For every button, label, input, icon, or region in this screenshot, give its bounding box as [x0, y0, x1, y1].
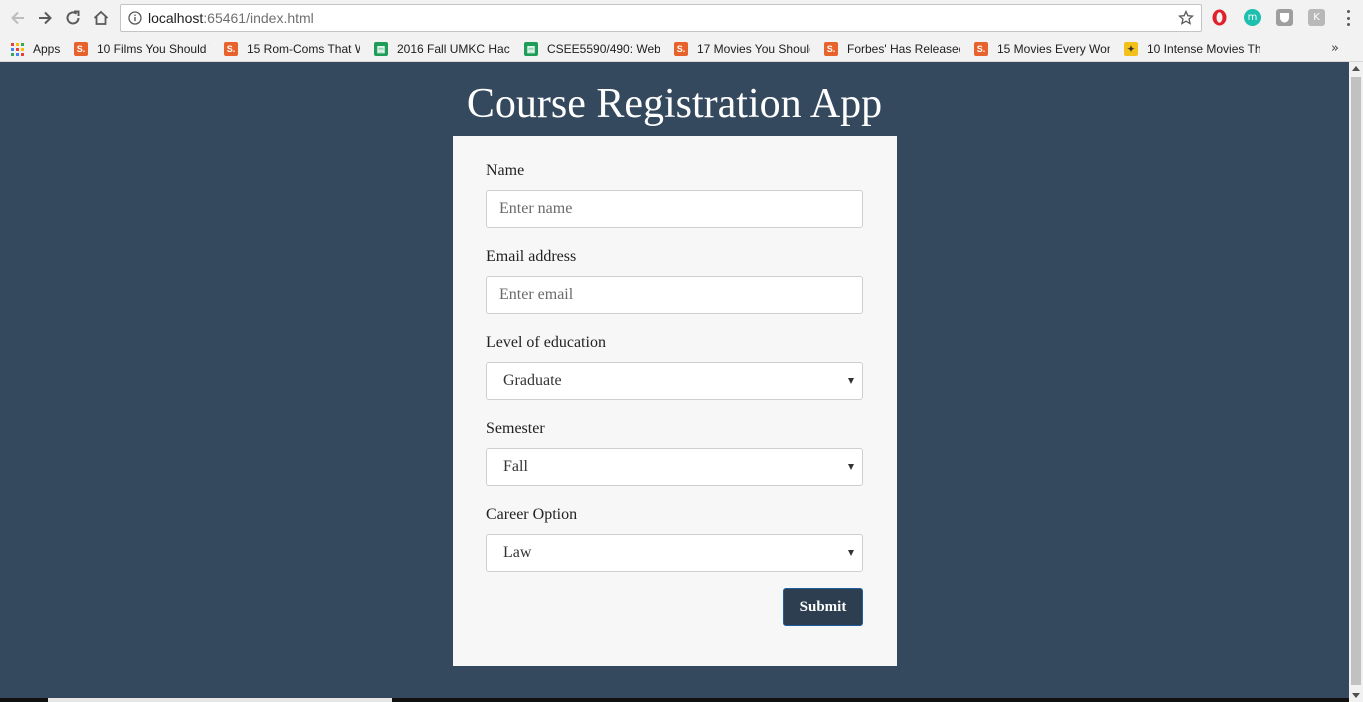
s-favicon-icon: S.: [224, 42, 238, 56]
bookmark-item[interactable]: S. 15 Rom-Coms That W: [224, 40, 360, 58]
forward-arrow-icon: [39, 11, 52, 25]
career-selected-value: Law: [503, 544, 532, 561]
bookmark-item[interactable]: ▤ 2016 Fall UMKC Hack: [374, 40, 510, 58]
bookmark-label: 15 Rom-Coms That W: [247, 42, 360, 56]
back-arrow-icon: [11, 11, 24, 25]
bookmark-label: 15 Movies Every Won: [997, 42, 1110, 56]
page-viewport: Course Registration App Name Email addre…: [0, 62, 1349, 702]
sheets-icon: ▤: [374, 42, 388, 56]
bookmark-label: 10 Intense Movies Th: [1147, 42, 1260, 56]
education-select[interactable]: Graduate: [486, 362, 863, 400]
bookmark-label: CSEE5590/490: Web/: [547, 42, 660, 56]
browser-toolbar: localhost:65461/index.html m K: [0, 0, 1363, 36]
dropdown-caret-icon: [848, 378, 854, 384]
chrome-menu-icon[interactable]: [1341, 8, 1355, 28]
bookmarks-overflow-chevron-icon[interactable]: »: [1331, 41, 1339, 56]
bookmark-item[interactable]: ✦ 10 Intense Movies Th: [1124, 40, 1260, 58]
email-input[interactable]: [486, 276, 863, 314]
education-label: Level of education: [486, 334, 606, 351]
career-select[interactable]: Law: [486, 534, 863, 572]
semester-label: Semester: [486, 420, 545, 437]
s-favicon-icon: S.: [824, 42, 838, 56]
s-favicon-icon: S.: [74, 42, 88, 56]
registration-form: Name Email address Level of education Gr…: [453, 136, 897, 666]
taskbar-edge: [0, 698, 1349, 702]
bookmark-label: 10 Films You Should W: [97, 42, 210, 56]
bookmark-apps[interactable]: Apps: [11, 40, 60, 58]
bookmark-item[interactable]: S. 17 Movies You Should: [674, 40, 810, 58]
apps-grid-icon: [11, 42, 24, 56]
address-bar[interactable]: localhost:65461/index.html: [120, 4, 1202, 32]
bookmark-label: 17 Movies You Should: [697, 42, 810, 56]
education-selected-value: Graduate: [503, 372, 562, 389]
bookmark-item[interactable]: ▤ CSEE5590/490: Web/: [524, 40, 660, 58]
info-icon[interactable]: [128, 11, 142, 25]
k-extension-icon[interactable]: K: [1308, 9, 1325, 26]
lightbulb-icon: ✦: [1124, 42, 1138, 56]
url-text: localhost:65461/index.html: [148, 10, 314, 26]
sheets-icon: ▤: [524, 42, 538, 56]
bookmark-item[interactable]: S. Forbes' Has Released: [824, 40, 960, 58]
semester-selected-value: Fall: [503, 458, 528, 475]
bookmark-label: Forbes' Has Released: [847, 42, 960, 56]
bookmark-star-icon[interactable]: [1178, 10, 1194, 26]
semester-select[interactable]: Fall: [486, 448, 863, 486]
dropdown-caret-icon: [848, 550, 854, 556]
home-icon: [93, 10, 109, 25]
opera-icon[interactable]: [1211, 9, 1228, 26]
career-label: Career Option: [486, 506, 578, 523]
page-title: Course Registration App: [466, 81, 883, 127]
bookmarks-bar: Apps S. 10 Films You Should W S. 15 Rom-…: [0, 36, 1363, 62]
url-host: localhost: [148, 10, 204, 26]
bookmark-label: 2016 Fall UMKC Hack: [397, 42, 510, 56]
bookmark-item[interactable]: S. 10 Films You Should W: [74, 40, 210, 58]
taskbar-edge-highlight: [48, 698, 392, 702]
s-favicon-icon: S.: [674, 42, 688, 56]
home-button[interactable]: [88, 5, 114, 31]
bookmark-label: Apps: [33, 42, 61, 56]
reload-button[interactable]: [60, 5, 86, 31]
name-input[interactable]: [486, 190, 863, 228]
url-path: :65461/index.html: [203, 10, 314, 26]
s-favicon-icon: S.: [974, 42, 988, 56]
back-button[interactable]: [5, 5, 31, 31]
scroll-up-arrow-icon[interactable]: [1352, 66, 1360, 71]
page-scrollbar[interactable]: [1349, 62, 1363, 702]
scrollbar-thumb[interactable]: [1351, 77, 1361, 685]
scroll-down-arrow-icon[interactable]: [1352, 693, 1360, 698]
email-label: Email address: [486, 248, 577, 265]
pocket-extension-icon[interactable]: [1276, 9, 1293, 26]
dropdown-caret-icon: [848, 464, 854, 470]
reload-icon: [66, 10, 80, 25]
name-label: Name: [486, 162, 525, 179]
bookmark-item[interactable]: S. 15 Movies Every Won: [974, 40, 1110, 58]
forward-button[interactable]: [32, 5, 58, 31]
submit-button[interactable]: Submit: [783, 588, 863, 626]
m-extension-icon[interactable]: m: [1244, 9, 1261, 26]
